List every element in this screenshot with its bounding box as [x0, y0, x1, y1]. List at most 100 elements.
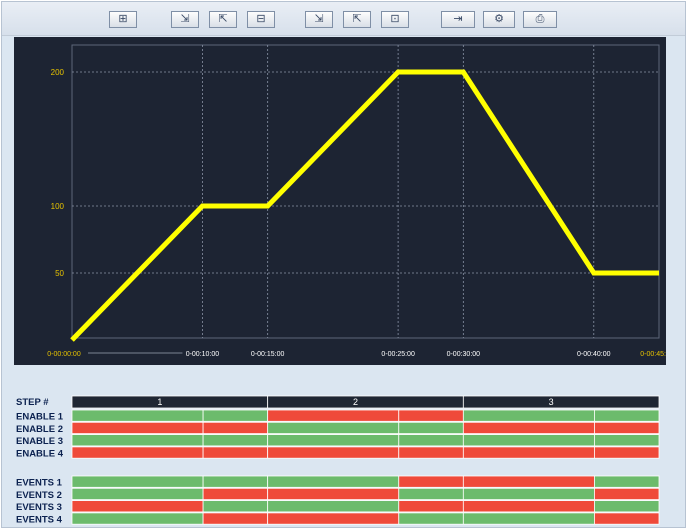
event-row-cell: [594, 488, 659, 499]
enable-row-cell: [72, 422, 203, 433]
event-row-cell: [203, 476, 268, 487]
cursor-button[interactable]: ⇥: [441, 11, 475, 28]
enable-row-cell: [72, 435, 203, 446]
enable-row-label: ENABLE 2: [16, 424, 63, 435]
event-row-cell: [203, 513, 268, 524]
step-number-label: 3: [549, 397, 554, 407]
enable-row-cell: [203, 447, 268, 458]
event-row-cell: [463, 476, 594, 487]
x-tick-label: 0-00:15:00: [251, 351, 285, 358]
event-row-cell: [463, 488, 594, 499]
event-row-label: EVENTS 2: [16, 490, 62, 501]
enable-row-cell: [594, 435, 659, 446]
enable-row-cell: [203, 410, 268, 421]
settings-button[interactable]: ⚙: [483, 11, 515, 28]
enable-row-cell: [594, 410, 659, 421]
event-row-cell: [72, 488, 203, 499]
enable-row-label: ENABLE 1: [16, 412, 64, 423]
print-icon: ⎙: [536, 14, 545, 25]
y-tick-label: 100: [51, 202, 65, 211]
step-table: STEP # 1 2 3 ENABLE 1ENABLE 2ENABLE 3ENABLE …: [14, 394, 661, 528]
enable-row-cell: [268, 447, 399, 458]
event-row-label: EVENTS 3: [16, 502, 62, 513]
enable-row-cell: [72, 410, 203, 421]
print-button[interactable]: ⎙: [523, 11, 557, 28]
x-tick-label: 0-00:45:00: [640, 351, 666, 358]
x-tick-label: 0-00:40:00: [577, 351, 611, 358]
zoom-x-in-button[interactable]: ⇲: [171, 11, 199, 28]
event-row-cell: [463, 513, 594, 524]
event-row-cell: [268, 488, 399, 499]
step-header-cell: [268, 396, 464, 408]
event-row-cell: [399, 488, 464, 499]
enable-row-cell: [203, 422, 268, 433]
fit-vertical-button[interactable]: ⊡: [381, 11, 409, 28]
enable-row-cell: [594, 422, 659, 433]
fit-vertical-icon: ⊡: [390, 14, 399, 25]
step-number-label: 1: [157, 397, 162, 407]
chart-background: [14, 37, 666, 365]
zoom-y-out-icon: ⇱: [352, 14, 361, 25]
enable-row-cell: [463, 410, 594, 421]
enable-row-cell: [399, 410, 464, 421]
enable-row-cell: [72, 447, 203, 458]
enable-row-label: ENABLE 4: [16, 448, 64, 459]
y-tick-label: 50: [55, 269, 64, 278]
event-row-cell: [268, 513, 399, 524]
x-tick-label: 0-00:10:00: [186, 351, 220, 358]
event-row-label: EVENTS 1: [16, 478, 63, 489]
zoom-y-out-button[interactable]: ⇱: [343, 11, 371, 28]
event-row-cell: [594, 501, 659, 512]
enable-row-cell: [399, 435, 464, 446]
chart-toolbar: ⊞ ⇲ ⇱ ⊟ ⇲ ⇱ ⊡ ⇥ ⚙ ⎙: [2, 2, 685, 36]
event-row-cell: [399, 501, 464, 512]
profile-editor-window: ⊞ ⇲ ⇱ ⊟ ⇲ ⇱ ⊡ ⇥ ⚙ ⎙ 200 100 50 0-00:00:00 0-…: [1, 1, 686, 528]
profile-chart-svg[interactable]: 200 100 50 0-00:00:00 0-00:10:00 0-00:15:00 0-…: [14, 37, 666, 365]
y-tick-label: 200: [51, 68, 65, 77]
step-header-label: STEP #: [16, 397, 49, 408]
event-row-label: EVENTS 4: [16, 514, 63, 525]
event-row-cell: [72, 501, 203, 512]
zoom-x-in-icon: ⇲: [180, 14, 189, 25]
enable-row-cell: [594, 447, 659, 458]
step-table-svg: STEP # 1 2 3 ENABLE 1ENABLE 2ENABLE 3ENABLE …: [14, 394, 661, 528]
event-row-cell: [203, 501, 268, 512]
enable-row-cell: [399, 422, 464, 433]
enable-row-cell: [463, 422, 594, 433]
event-row-cell: [72, 513, 203, 524]
event-row-cell: [463, 501, 594, 512]
step-header-cell: [72, 396, 268, 408]
enable-row-cell: [463, 447, 594, 458]
profile-chart[interactable]: 200 100 50 0-00:00:00 0-00:10:00 0-00:15:00 0-…: [14, 37, 666, 365]
event-row-cell: [72, 476, 203, 487]
zoom-y-in-button[interactable]: ⇲: [305, 11, 333, 28]
fit-horizontal-icon: ⊟: [256, 14, 265, 25]
event-row-cell: [594, 476, 659, 487]
enable-row-label: ENABLE 3: [16, 436, 63, 447]
zoom-y-in-icon: ⇲: [314, 14, 323, 25]
enable-row-cell: [399, 447, 464, 458]
zoom-x-out-icon: ⇱: [218, 14, 227, 25]
gear-icon: ⚙: [494, 14, 504, 25]
enable-row-cell: [463, 435, 594, 446]
event-row-cell: [399, 476, 464, 487]
event-row-cell: [268, 501, 399, 512]
enable-row-cell: [268, 435, 399, 446]
enable-row-cell: [268, 410, 399, 421]
event-row-cell: [399, 513, 464, 524]
step-number-label: 2: [353, 397, 358, 407]
event-row-cell: [268, 476, 399, 487]
fit-view-button[interactable]: ⊞: [109, 11, 137, 28]
enable-row-cell: [268, 422, 399, 433]
zoom-x-out-button[interactable]: ⇱: [209, 11, 237, 28]
cursor-icon: ⇥: [453, 14, 462, 25]
x-tick-label: 0-00:00:00: [47, 351, 81, 358]
fit-view-icon: ⊞: [118, 14, 127, 25]
event-row-cell: [594, 513, 659, 524]
x-tick-label: 0-00:30:00: [447, 351, 481, 358]
fit-horizontal-button[interactable]: ⊟: [247, 11, 275, 28]
step-header-cell: [463, 396, 659, 408]
x-tick-label: 0-00:25:00: [381, 351, 415, 358]
event-row-cell: [203, 488, 268, 499]
enable-row-cell: [203, 435, 268, 446]
